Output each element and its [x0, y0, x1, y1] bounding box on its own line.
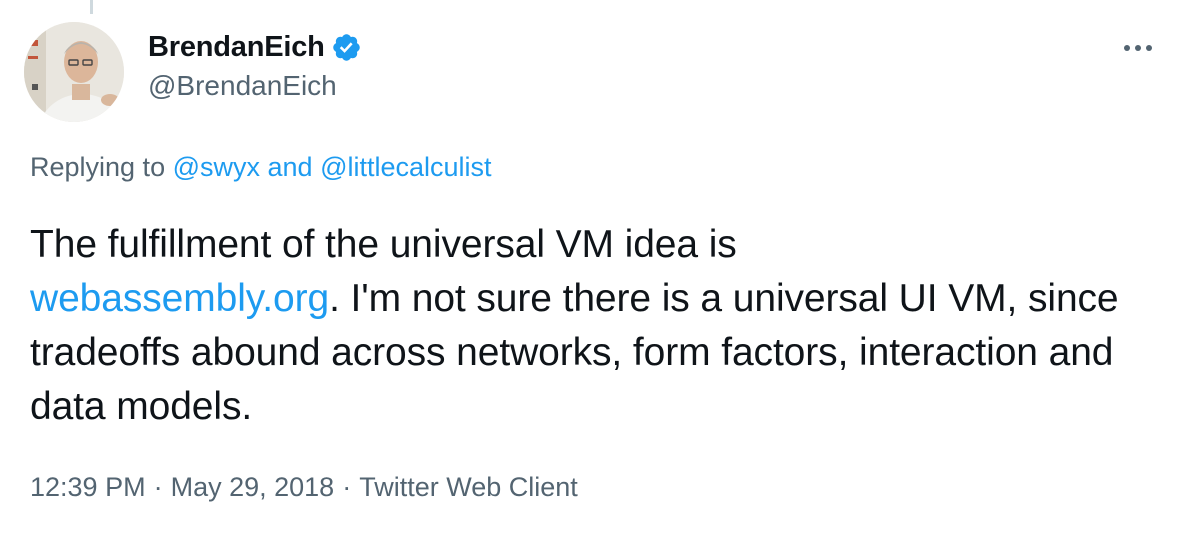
more-options-button[interactable] [1116, 30, 1160, 66]
author-display-name[interactable]: BrendanEich [148, 31, 325, 64]
tweet-author: BrendanEich @BrendanEich [148, 30, 362, 102]
tweet-date[interactable]: May 29, 2018 [171, 472, 335, 502]
author-handle[interactable]: @BrendanEich [148, 70, 362, 102]
avatar-image [24, 22, 124, 122]
more-options-icon [1124, 45, 1152, 51]
mention-littlecalculist-link[interactable]: @littlecalculist [320, 152, 491, 182]
author-name-row: BrendanEich [148, 30, 362, 64]
tweet-text-before-link: The fulfillment of the universal VM idea… [30, 223, 737, 266]
tweet-client[interactable]: Twitter Web Client [359, 472, 578, 502]
replying-to-line: Replying to @swyx and @littlecalculist [30, 152, 492, 183]
thread-connector-line [90, 0, 93, 14]
reply-joiner: and [260, 152, 321, 182]
replying-to-prefix: Replying to [30, 152, 173, 182]
tweet-time[interactable]: 12:39 PM [30, 472, 146, 502]
meta-separator: · [342, 472, 352, 502]
verified-badge-icon [331, 32, 362, 63]
mention-swyx-link[interactable]: @swyx [173, 152, 260, 182]
meta-separator: · [153, 472, 163, 502]
tweet-text: The fulfillment of the universal VM idea… [30, 218, 1150, 434]
avatar[interactable] [24, 22, 124, 122]
tweet-metadata: 12:39 PM · May 29, 2018 · Twitter Web Client [30, 472, 578, 503]
webassembly-link[interactable]: webassembly.org [30, 277, 329, 320]
